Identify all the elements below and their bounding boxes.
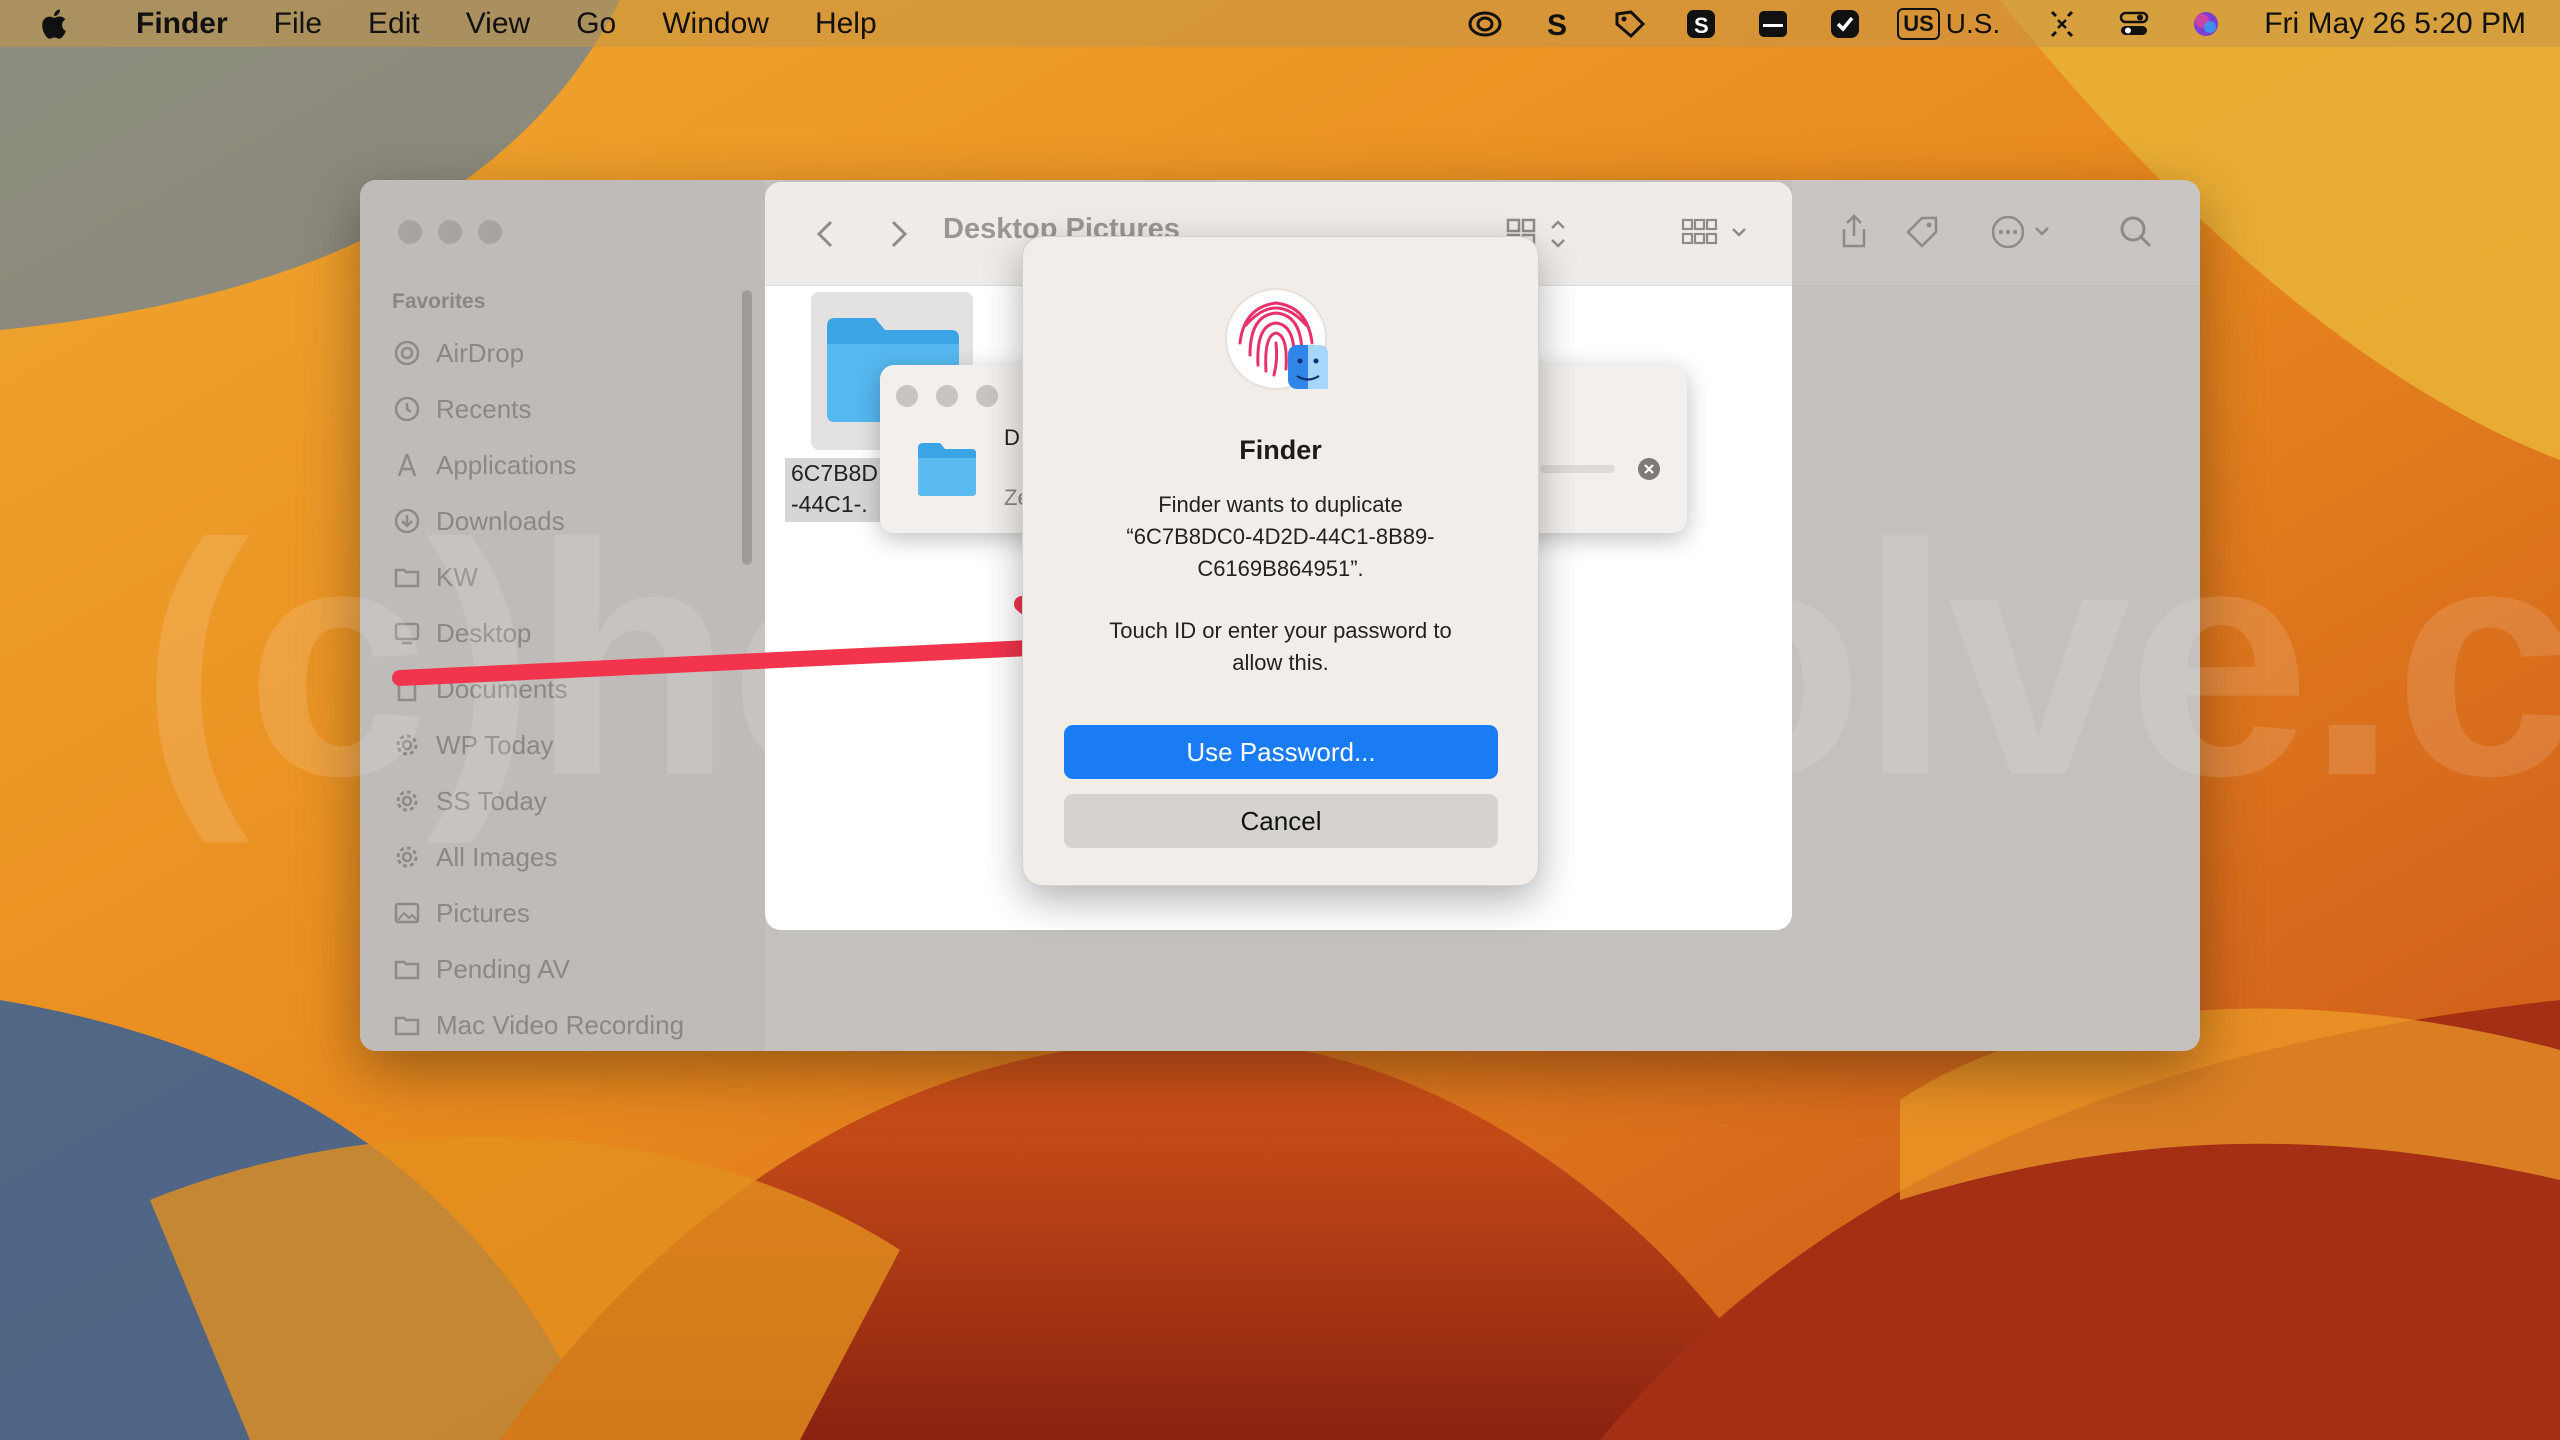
menu-help[interactable]: Help [792,0,900,47]
finder-toolbar-right [1792,180,2200,285]
sidebar-item-airdrop[interactable]: AirDrop [392,325,752,381]
window-controls [896,385,1016,407]
back-button-icon[interactable] [809,214,845,254]
s-app-icon[interactable]: S [1537,7,1577,41]
sidebar-item-label: Applications [436,449,577,480]
svg-text:S: S [1547,9,1567,40]
use-password-button[interactable]: Use Password... [1064,725,1498,779]
menu-window[interactable]: Window [639,0,792,47]
applications-icon [392,450,422,480]
menu-finder[interactable]: Finder [102,0,251,47]
sidebar-item-label: Mac Video Recording [436,1009,685,1040]
sidebar-item-label: All Images [436,841,558,872]
menu-go[interactable]: Go [553,0,639,47]
sidebar-item-pictures[interactable]: Pictures [392,885,752,941]
sidebar-item-wp-today[interactable]: WP Today [392,717,752,773]
menu-edit[interactable]: Edit [345,0,443,47]
forward-button-icon[interactable] [879,214,915,254]
group-by-icon[interactable] [1677,212,1757,256]
sidebar-item-ss-today[interactable]: SS Today [392,773,752,829]
creative-cloud-icon[interactable] [1465,7,1505,41]
airdrop-icon [392,338,422,368]
keyboard-input-label[interactable]: U.S. [1946,8,2000,40]
menu-bar: Finder File Edit View Go Window Help S S… [0,0,2560,47]
dialog-prompt: Touch ID or enter your password to allow… [1109,618,1452,675]
sidebar-heading-favorites: Favorites [392,290,486,313]
dialog-message: Finder wants to duplicate “6C7B8DC0-4D2D… [1126,492,1435,581]
tag-app-icon[interactable] [1609,7,1649,41]
annotation-arrow-icon [392,596,1080,698]
zoom-window-button[interactable] [478,220,502,244]
sidebar-item-label: KW [436,561,478,592]
touch-id-finder-icon [1225,288,1328,390]
sidebar-item-label: Recents [436,393,532,424]
sidebar-item-mac-video-recording[interactable]: Mac Video Recording [392,997,752,1051]
menu-clock[interactable]: Fri May 26 5:20 PM [2264,7,2526,41]
minimize-window-button[interactable] [438,220,462,244]
gear-icon [392,730,422,760]
progress-item-name: D [1004,425,1020,450]
folder-item-label[interactable]: 6C7B8D -44C1-. [785,458,891,522]
more-actions-icon[interactable] [1988,212,2056,252]
dialog-title: Finder [1239,435,1322,465]
cancel-copy-icon[interactable] [1637,457,1661,481]
gear-icon [392,842,422,872]
siri-icon[interactable] [2186,7,2226,41]
folder-icon [392,562,422,592]
apple-logo-icon[interactable] [38,7,68,41]
control-center-icon[interactable] [2114,7,2154,41]
menu-view[interactable]: View [443,0,553,47]
sidebar-item-recents[interactable]: Recents [392,381,752,437]
clock-icon [392,394,422,424]
sidebar-item-label: Downloads [436,505,565,536]
sidebar-item-pending-av[interactable]: Pending AV [392,941,752,997]
checkmark-app-icon[interactable] [1825,7,1865,41]
sidebar-item-downloads[interactable]: Downloads [392,493,752,549]
keyboard-input-badge[interactable]: US [1897,7,1940,40]
svg-text:S: S [1694,13,1709,38]
window-app-icon[interactable] [1753,7,1793,41]
sidebar-item-label: Pictures [436,897,530,928]
sidebar-scrollbar[interactable] [742,290,752,565]
gear-icon [392,786,422,816]
screen-capture-icon[interactable] [2042,7,2082,41]
folder-icon [392,1010,422,1040]
window-controls [398,220,518,244]
copy-progress-bar [1540,465,1615,473]
close-window-button[interactable] [398,220,422,244]
tag-icon[interactable] [1902,212,1942,252]
sidebar-item-all-images[interactable]: All Images [392,829,752,885]
cancel-button[interactable]: Cancel [1064,794,1498,848]
sidebar-item-label: Pending AV [436,953,570,984]
share-icon[interactable] [1834,212,1874,252]
folder-icon [392,954,422,984]
sidebar-item-label: AirDrop [436,337,525,368]
sidebar-item-applications[interactable]: Applications [392,437,752,493]
download-icon [392,506,422,536]
zoom-window-button[interactable] [976,385,998,407]
skype-icon[interactable]: S [1681,7,1721,41]
pictures-icon [392,898,422,928]
close-window-button[interactable] [896,385,918,407]
search-icon[interactable] [2116,212,2156,252]
authorization-dialog: Finder Finder wants to duplicate “6C7B8D… [1022,236,1539,886]
sidebar-item-label: SS Today [436,785,547,816]
status-area: S S US U.S. Fri May 26 5:20 PM [1449,0,2526,47]
sidebar-item-label: WP Today [436,729,554,760]
minimize-window-button[interactable] [936,385,958,407]
folder-icon [918,443,976,496]
menu-file[interactable]: File [251,0,345,47]
